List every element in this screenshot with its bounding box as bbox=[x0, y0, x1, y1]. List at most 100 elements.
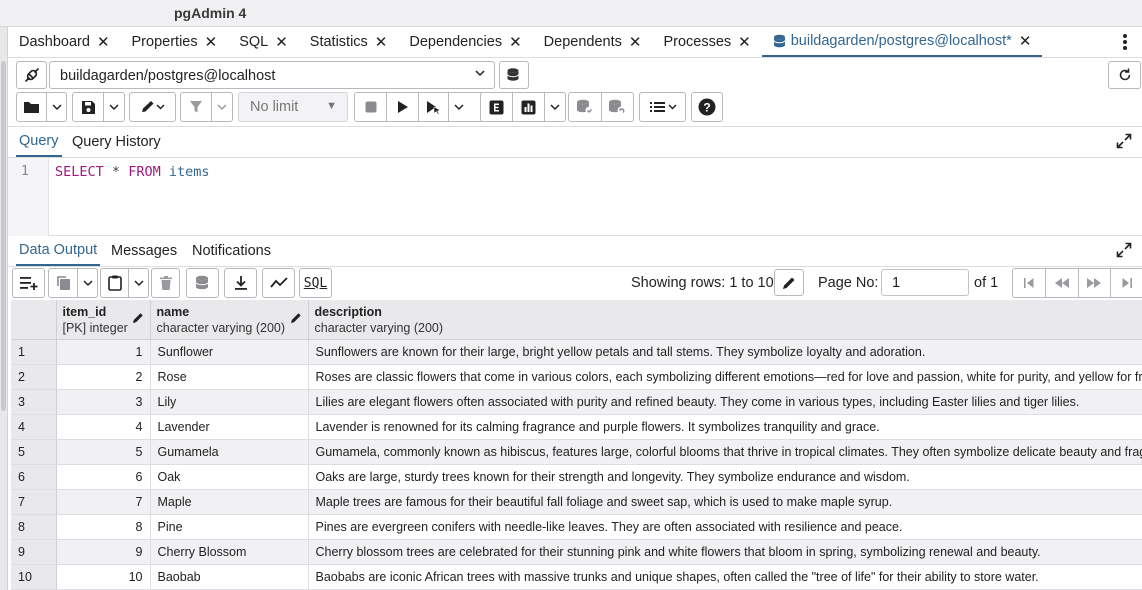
tab-dashboard[interactable]: Dashboard ✕ bbox=[8, 27, 121, 57]
description-cell[interactable]: Lavender is renowned for its calming fra… bbox=[308, 414, 1142, 440]
explain-menu-button[interactable] bbox=[545, 93, 565, 121]
table-row[interactable]: 8 8 Pine Pines are evergreen conifers with … bbox=[11, 514, 1142, 540]
table-row[interactable]: 7 7 Maple Maple trees are famous for their … bbox=[11, 489, 1142, 515]
name-cell[interactable]: Gumamela bbox=[150, 439, 309, 465]
macros-menu-button[interactable] bbox=[640, 93, 685, 121]
execute-options-button[interactable] bbox=[419, 93, 449, 121]
row-number-cell[interactable]: 7 bbox=[11, 489, 57, 515]
copy-button[interactable] bbox=[49, 269, 79, 297]
open-file-button[interactable] bbox=[17, 93, 48, 121]
row-number-cell[interactable]: 10 bbox=[11, 564, 57, 590]
table-row[interactable]: 1 1 Sunflower Sunflowers are known for thei… bbox=[11, 339, 1142, 365]
commit-button[interactable] bbox=[569, 93, 602, 121]
item-id-cell[interactable]: 8 bbox=[56, 514, 151, 540]
edit-rows-button[interactable] bbox=[774, 269, 804, 296]
name-cell[interactable]: Rose bbox=[150, 364, 309, 390]
table-row[interactable]: 6 6 Oak Oaks are large, sturdy trees known … bbox=[11, 464, 1142, 490]
tab-statistics[interactable]: Statistics ✕ bbox=[299, 27, 399, 57]
left-scrollbar[interactable] bbox=[0, 27, 8, 590]
description-cell[interactable]: Lilies are elegant flowers often associa… bbox=[308, 389, 1142, 415]
code-line[interactable]: SELECT * FROM items bbox=[55, 164, 210, 180]
row-number-cell[interactable]: 9 bbox=[11, 539, 57, 565]
row-number-cell[interactable]: 4 bbox=[11, 414, 57, 440]
close-icon[interactable]: ✕ bbox=[1019, 32, 1032, 50]
close-icon[interactable]: ✕ bbox=[509, 33, 522, 51]
table-row[interactable]: 9 9 Cherry Blossom Cherry blossom trees are… bbox=[11, 539, 1142, 565]
execute-button[interactable] bbox=[387, 93, 419, 121]
description-cell[interactable]: Sunflowers are known for their large, br… bbox=[308, 339, 1142, 365]
description-cell[interactable]: Pines are evergreen conifers with needle… bbox=[308, 514, 1142, 540]
description-cell[interactable]: Oaks are large, sturdy trees known for t… bbox=[308, 464, 1142, 490]
graph-visualiser-button[interactable] bbox=[263, 269, 294, 297]
name-cell[interactable]: Oak bbox=[150, 464, 309, 490]
row-limit-select[interactable]: No limit ▼ bbox=[238, 92, 348, 122]
tab-query-tool[interactable]: buildagarden/postgres@localhost* ✕ bbox=[761, 27, 1043, 57]
row-number-cell[interactable]: 1 bbox=[11, 339, 57, 365]
tab-dependents[interactable]: Dependents ✕ bbox=[533, 27, 653, 57]
item-id-cell[interactable]: 1 bbox=[56, 339, 151, 365]
name-cell[interactable]: Baobab bbox=[150, 564, 309, 590]
tab-messages[interactable]: Messages bbox=[108, 236, 180, 266]
table-row[interactable]: 5 5 Gumamela Gumamela, commonly known as hi… bbox=[11, 439, 1142, 465]
row-number-cell[interactable]: 8 bbox=[11, 514, 57, 540]
name-cell[interactable]: Maple bbox=[150, 489, 309, 515]
rollback-button[interactable] bbox=[602, 93, 634, 121]
save-file-button[interactable] bbox=[73, 93, 105, 121]
new-connection-button[interactable] bbox=[499, 61, 529, 89]
stop-button[interactable] bbox=[355, 93, 387, 121]
item-id-cell[interactable]: 10 bbox=[56, 564, 151, 590]
column-header-name[interactable]: name character varying (200) bbox=[150, 300, 309, 340]
sql-editor[interactable]: 1 SELECT * FROM items bbox=[8, 158, 1142, 236]
reset-layout-button[interactable] bbox=[1108, 61, 1141, 89]
tab-dependencies[interactable]: Dependencies ✕ bbox=[398, 27, 532, 57]
name-cell[interactable]: Lily bbox=[150, 389, 309, 415]
filter-button[interactable] bbox=[181, 93, 213, 121]
connection-status-button[interactable] bbox=[16, 61, 47, 89]
close-icon[interactable]: ✕ bbox=[275, 33, 288, 51]
item-id-cell[interactable]: 4 bbox=[56, 414, 151, 440]
column-header-description[interactable]: description character varying (200) bbox=[308, 300, 1142, 340]
name-cell[interactable]: Sunflower bbox=[150, 339, 309, 365]
tab-sql[interactable]: SQL ✕ bbox=[228, 27, 299, 57]
page-number-input[interactable]: 1 bbox=[881, 269, 969, 296]
tab-properties[interactable]: Properties ✕ bbox=[121, 27, 229, 57]
paste-menu-button[interactable] bbox=[129, 269, 148, 297]
table-row[interactable]: 4 4 Lavender Lavender is renowned for its c… bbox=[11, 414, 1142, 440]
first-page-button[interactable] bbox=[1013, 269, 1046, 297]
row-number-cell[interactable]: 2 bbox=[11, 364, 57, 390]
tab-query-history[interactable]: Query History bbox=[69, 127, 164, 157]
more-options-icon[interactable] bbox=[1122, 32, 1128, 52]
expand-icon[interactable] bbox=[1116, 242, 1132, 258]
item-id-cell[interactable]: 7 bbox=[56, 489, 151, 515]
execute-menu-button[interactable] bbox=[449, 93, 469, 121]
help-button[interactable]: ? bbox=[692, 93, 722, 121]
item-id-cell[interactable]: 3 bbox=[56, 389, 151, 415]
close-icon[interactable]: ✕ bbox=[738, 33, 751, 51]
paste-button[interactable] bbox=[101, 269, 130, 297]
last-page-button[interactable] bbox=[1111, 269, 1142, 297]
delete-row-button[interactable] bbox=[152, 269, 179, 297]
description-cell[interactable]: Maple trees are famous for their beautif… bbox=[308, 489, 1142, 515]
name-cell[interactable]: Lavender bbox=[150, 414, 309, 440]
edit-menu-button[interactable] bbox=[130, 93, 175, 121]
tab-query[interactable]: Query bbox=[16, 127, 62, 157]
connection-select[interactable]: buildagarden/postgres@localhost bbox=[49, 61, 495, 89]
table-row[interactable]: 3 3 Lily Lilies are elegant flowers often a… bbox=[11, 389, 1142, 415]
data-grid[interactable]: item_id [PK] integer name character vary… bbox=[11, 300, 1142, 590]
description-cell[interactable]: Baobabs are iconic African trees with ma… bbox=[308, 564, 1142, 590]
row-number-cell[interactable]: 6 bbox=[11, 464, 57, 490]
table-row[interactable]: 10 10 Baobab Baobabs are iconic African tre… bbox=[11, 564, 1142, 590]
next-page-button[interactable] bbox=[1079, 269, 1112, 297]
close-icon[interactable]: ✕ bbox=[205, 33, 218, 51]
row-number-cell[interactable]: 5 bbox=[11, 439, 57, 465]
close-icon[interactable]: ✕ bbox=[97, 33, 110, 51]
tab-data-output[interactable]: Data Output bbox=[16, 236, 101, 266]
open-file-menu-button[interactable] bbox=[47, 93, 66, 121]
tab-notifications[interactable]: Notifications bbox=[189, 236, 274, 266]
sql-button[interactable]: SQL bbox=[300, 269, 331, 297]
download-button[interactable] bbox=[225, 269, 256, 297]
previous-page-button[interactable] bbox=[1046, 269, 1079, 297]
explain-button[interactable] bbox=[481, 93, 513, 121]
filter-menu-button[interactable] bbox=[212, 93, 232, 121]
item-id-cell[interactable]: 5 bbox=[56, 439, 151, 465]
